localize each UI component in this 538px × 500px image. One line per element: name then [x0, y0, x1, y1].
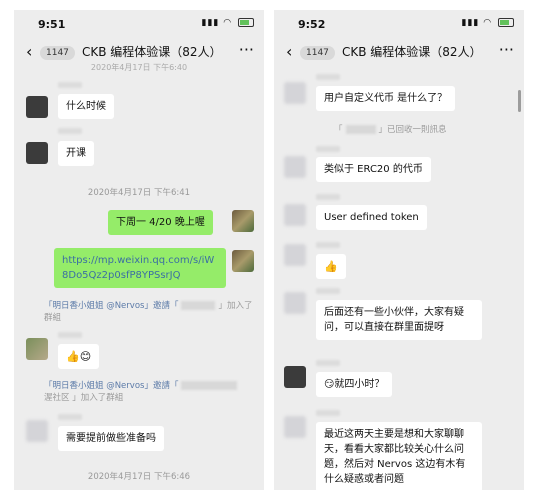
sender-name	[58, 82, 82, 88]
message-bubble[interactable]: 需要提前做些准备吗	[58, 426, 164, 451]
sender-name	[316, 242, 340, 248]
message-bubble[interactable]: User defined token	[316, 205, 427, 230]
status-bar: 9:52 ▮▮▮ ◠	[274, 10, 524, 40]
message-bubble[interactable]: 类似于 ERC20 的代币	[316, 157, 431, 182]
back-chevron-icon[interactable]: ‹	[286, 42, 292, 61]
timestamp: 2020年4月17日 下午6:40	[90, 63, 188, 72]
signal-icon: ▮▮▮	[201, 18, 220, 28]
sender-name	[316, 74, 340, 80]
message-list[interactable]: 用户自定义代币 是什么了？ 「 」已回收一則訊息 类似于 ERC20 的代币 Us…	[274, 68, 524, 490]
battery-icon	[238, 18, 254, 27]
sender-name	[58, 332, 82, 338]
link-message[interactable]: https://mp.weixin.qq.com/s/iW8Do5Qz2p0sf…	[54, 248, 226, 288]
system-notice-text: 渥社区	[44, 393, 70, 403]
avatar[interactable]	[284, 292, 306, 314]
more-options-icon[interactable]: ···	[499, 40, 514, 59]
back-chevron-icon[interactable]: ‹	[26, 42, 32, 61]
avatar[interactable]	[26, 338, 48, 360]
signal-icon: ▮▮▮	[461, 18, 480, 28]
clock: 9:52	[298, 18, 326, 31]
blurred-name	[345, 125, 376, 134]
blurred-name	[181, 381, 238, 390]
message-bubble[interactable]: 用户自定义代币 是什么了？	[316, 86, 456, 111]
message-bubble[interactable]: 😏就四小时？	[316, 372, 393, 397]
avatar[interactable]	[26, 142, 48, 164]
sender-name	[316, 288, 340, 294]
avatar[interactable]	[284, 82, 306, 104]
chat-title: CKB 编程体验课（82人）	[342, 45, 482, 59]
timestamp: 2020年4月17日 下午6:41	[87, 188, 191, 198]
message-bubble[interactable]: 后面还有一些小伙伴，大家有疑问，可以直接在群里面提呀	[316, 300, 482, 340]
message-bubble[interactable]: 什么时候	[58, 94, 114, 119]
chat-header: ‹ 1147 CKB 编程体验课（82人） ···	[274, 40, 524, 66]
avatar[interactable]	[284, 156, 306, 178]
battery-icon	[498, 18, 514, 27]
clock: 9:51	[38, 18, 66, 31]
avatar[interactable]	[284, 366, 306, 388]
system-notice-text: 「明日香小姐姐 @Nervos」邀請「	[44, 301, 179, 311]
avatar[interactable]	[284, 204, 306, 226]
system-notice-text: 「明日香小姐姐 @Nervos」邀請「	[44, 381, 179, 391]
message-bubble[interactable]: 👍😊	[58, 344, 100, 369]
sender-name	[316, 410, 340, 416]
unread-count-badge[interactable]: 1147	[300, 46, 335, 60]
avatar[interactable]	[232, 210, 254, 232]
avatar[interactable]	[284, 416, 306, 438]
message-bubble[interactable]: 下周一 4/20 晚上喔	[108, 210, 213, 235]
system-notice-text: 「	[334, 125, 343, 135]
system-notice: 「明日香小姐姐 @Nervos」邀請「 」加入了群組	[44, 300, 254, 324]
system-notice: 「明日香小姐姐 @Nervos」邀請「 渥社区 」加入了群組	[44, 380, 254, 404]
more-options-icon[interactable]: ···	[239, 40, 254, 59]
sender-name	[58, 128, 82, 134]
scrollbar[interactable]	[518, 90, 521, 112]
message-bubble[interactable]: 开课	[58, 141, 94, 166]
status-icons: ▮▮▮ ◠	[202, 18, 254, 28]
left-phone-screen: 9:51 ▮▮▮ ◠ ‹ 1147 CKB 编程体验课（82人） ··· 202…	[14, 10, 264, 490]
avatar[interactable]	[26, 420, 48, 442]
status-bar: 9:51 ▮▮▮ ◠	[14, 10, 264, 40]
system-notice-text: 」已回收一則訊息	[378, 125, 447, 135]
sender-name	[316, 194, 340, 200]
sender-name	[316, 146, 340, 152]
right-phone-screen: 9:52 ▮▮▮ ◠ ‹ 1147 CKB 编程体验课（82人） ··· 用户自…	[274, 10, 524, 490]
message-bubble[interactable]: 👍	[316, 254, 346, 279]
avatar[interactable]	[232, 250, 254, 272]
message-list[interactable]: 2020年4月17日 下午6:40 什么时候 开课 2020年4月17日 下午6…	[14, 63, 264, 490]
message-bubble[interactable]: 最近这两天主要是想和大家聊聊天，看看大家都比较关心什么问题，然后对 Nervos…	[316, 422, 482, 490]
system-notice-text: 」加入了群組	[72, 393, 124, 403]
wifi-icon: ◠	[223, 18, 233, 28]
avatar[interactable]	[284, 244, 306, 266]
unread-count-badge[interactable]: 1147	[40, 46, 75, 60]
wifi-icon: ◠	[483, 18, 493, 28]
sender-name	[316, 360, 340, 366]
blurred-name	[181, 301, 216, 310]
avatar[interactable]	[26, 96, 48, 118]
timestamp: 2020年4月17日 下午6:46	[87, 472, 191, 482]
chat-title: CKB 编程体验课（82人）	[82, 45, 222, 59]
sender-name	[58, 414, 82, 420]
status-icons: ▮▮▮ ◠	[462, 18, 514, 28]
system-notice: 「 」已回收一則訊息	[334, 124, 514, 136]
